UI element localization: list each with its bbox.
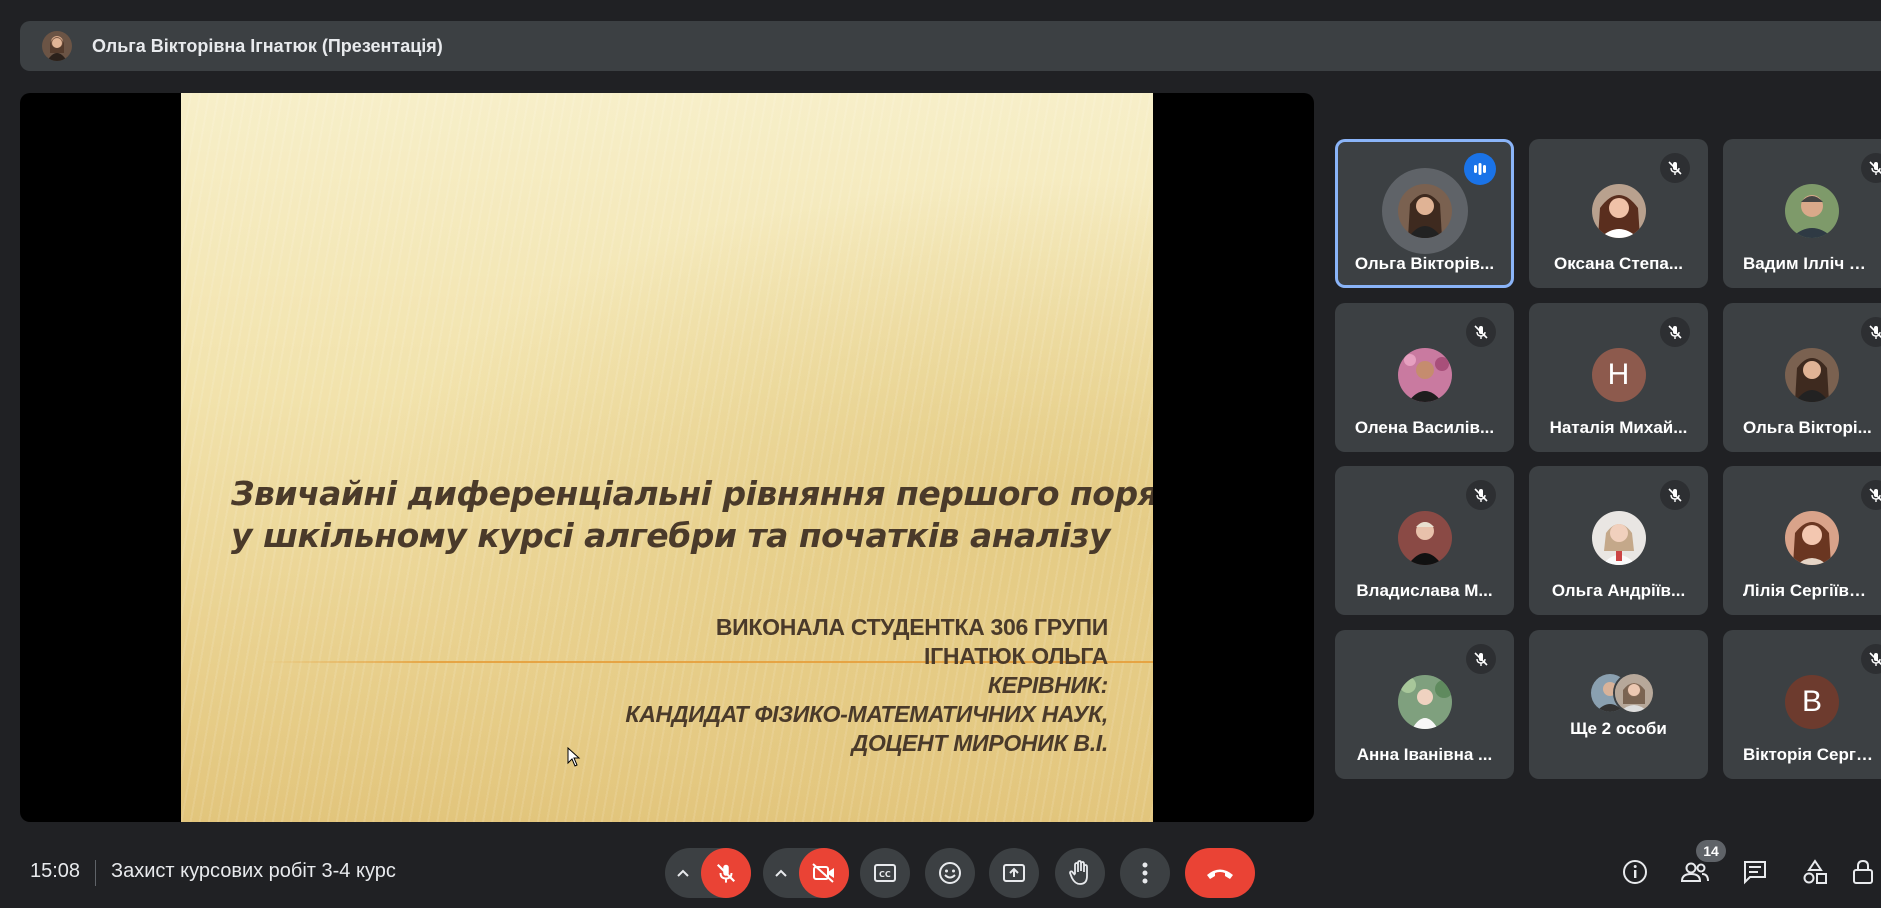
author-line-4: КАНДИДАТ ФІЗИКО-МАТЕМАТИЧНИХ НАУК,	[625, 701, 1108, 727]
mic-off-icon	[1660, 480, 1690, 510]
avatar	[1397, 511, 1452, 565]
divider	[95, 860, 96, 886]
presentation-stage[interactable]: Звичайні диференціальні рівняння першого…	[20, 93, 1314, 822]
more-participants-tile[interactable]: Ще 2 особи	[1529, 630, 1708, 779]
author-line-5: ДОЦЕНТ МИРОНИК В.І.	[851, 730, 1109, 756]
captions-button[interactable]: CC	[860, 848, 910, 898]
participant-tile[interactable]: В Вікторія Сергі...	[1723, 630, 1881, 779]
mouse-pointer-icon	[567, 747, 581, 767]
lock-icon	[1853, 859, 1873, 884]
participant-tile[interactable]: Олена Василів...	[1335, 303, 1514, 452]
more-vert-icon	[1142, 862, 1148, 884]
participant-tile[interactable]: Ольга Вікторів...	[1335, 139, 1514, 288]
mic-control	[665, 848, 751, 898]
author-line-3: КЕРІВНИК:	[987, 672, 1108, 698]
slide-authors: ВИКОНАЛА СТУДЕНТКА 306 ГРУПИ ІГНАТЮК ОЛЬ…	[625, 613, 1108, 758]
bottom-toolbar: 15:08 Захист курсових робіт 3-4 курс CC …	[0, 840, 1881, 908]
avatar-initial: В	[1785, 675, 1839, 729]
participant-tile[interactable]: Ольга Андріїв...	[1529, 466, 1708, 615]
presenter-title: Ольга Вікторівна Ігнатюк (Презентація)	[92, 35, 443, 56]
avatar	[1591, 511, 1646, 565]
avatar	[1397, 348, 1452, 402]
more-options-button[interactable]	[1120, 848, 1170, 898]
participant-tile[interactable]: Оксана Степа...	[1529, 139, 1708, 288]
participant-name: Владислава М...	[1356, 581, 1493, 600]
speaking-ring	[1381, 168, 1468, 254]
present-now-button[interactable]	[989, 848, 1039, 898]
mic-off-icon	[716, 863, 736, 883]
avatar-initial: Н	[1591, 348, 1646, 402]
chat-button[interactable]	[1735, 852, 1775, 892]
avatar	[1591, 184, 1646, 238]
meeting-time: 15:08	[30, 860, 81, 882]
mic-off-icon	[1861, 317, 1881, 347]
mic-off-icon	[1466, 480, 1496, 510]
hand-icon	[1069, 860, 1088, 885]
avatar	[1785, 348, 1839, 402]
info-icon	[1623, 860, 1647, 884]
camera-options-chevron-up-icon[interactable]	[763, 868, 799, 878]
people-button[interactable]	[1675, 852, 1715, 892]
slide: Звичайні диференціальні рівняння першого…	[181, 93, 1153, 822]
avatar	[1397, 184, 1452, 238]
participant-tile[interactable]: Анна Іванівна ...	[1335, 630, 1514, 779]
slide-title: Звичайні диференціальні рівняння першого…	[231, 473, 1153, 557]
host-controls-button[interactable]	[1850, 852, 1881, 892]
participant-tile[interactable]: Н Наталія Михай...	[1529, 303, 1708, 452]
mic-off-icon	[1660, 153, 1690, 183]
emoji-icon	[939, 862, 961, 884]
participant-name: Оксана Степа...	[1553, 254, 1684, 273]
raise-hand-button[interactable]	[1055, 848, 1105, 898]
mic-off-icon	[1466, 644, 1496, 674]
mic-off-icon	[1466, 317, 1496, 347]
participant-name: Вікторія Сергі...	[1743, 745, 1875, 764]
present-icon	[1003, 864, 1025, 882]
participant-name: Вадим Ілліч М...	[1743, 254, 1878, 273]
meeting-details-button[interactable]	[1615, 852, 1655, 892]
mic-options-chevron-up-icon[interactable]	[665, 868, 701, 878]
mic-off-icon	[1660, 317, 1690, 347]
avatar	[1397, 675, 1452, 729]
participant-name: Анна Іванівна ...	[1356, 745, 1493, 764]
participant-tile[interactable]: Вадим Ілліч М...	[1723, 139, 1881, 288]
more-participants-label: Ще 2 особи	[1570, 719, 1667, 738]
camera-toggle-button[interactable]	[799, 848, 849, 898]
mic-toggle-button[interactable]	[701, 848, 751, 898]
participant-tile[interactable]: Ольга Вікторі...	[1723, 303, 1881, 452]
camera-off-icon	[812, 863, 834, 883]
participant-name: Наталія Михай...	[1549, 418, 1688, 437]
mic-off-icon	[1861, 644, 1881, 674]
activities-button[interactable]	[1795, 852, 1835, 892]
activities-icon	[1803, 859, 1827, 884]
end-call-icon	[1207, 869, 1233, 879]
reactions-button[interactable]	[925, 848, 975, 898]
author-line-2: ІГНАТЮК ОЛЬГА	[924, 643, 1108, 669]
author-line-1: ВИКОНАЛА СТУДЕНТКА 306 ГРУПИ	[715, 614, 1108, 640]
participant-name: Ольга Вікторі...	[1743, 418, 1872, 437]
avatar	[1785, 511, 1839, 565]
participant-name: Ольга Вікторів...	[1354, 254, 1495, 273]
participant-name: Лілія Сергіївн...	[1743, 581, 1874, 600]
slide-title-line-1: Звичайні диференціальні рівняння першого…	[231, 474, 1153, 513]
more-participants-avatars	[1588, 672, 1655, 714]
people-icon	[1680, 862, 1709, 882]
mic-off-icon	[1861, 153, 1881, 183]
captions-icon: CC	[874, 864, 896, 882]
chat-icon	[1744, 861, 1766, 885]
participant-name: Ольга Андріїв...	[1551, 581, 1686, 600]
presenter-avatar	[42, 31, 72, 61]
participant-name: Олена Василів...	[1354, 418, 1495, 437]
mic-off-icon	[1861, 480, 1881, 510]
presenter-bar: Ольга Вікторівна Ігнатюк (Презентація)	[20, 21, 1881, 71]
avatar	[1785, 184, 1839, 238]
participant-tile[interactable]: Лілія Сергіївн...	[1723, 466, 1881, 615]
svg-text:CC: CC	[879, 870, 891, 879]
meeting-name: Захист курсових робіт 3-4 курс	[111, 860, 396, 882]
camera-control	[763, 848, 849, 898]
speaking-indicator-icon	[1464, 153, 1496, 185]
participant-tile[interactable]: Владислава М...	[1335, 466, 1514, 615]
leave-call-button[interactable]	[1185, 848, 1255, 898]
avatar	[1612, 672, 1655, 714]
slide-title-line-2: у шкільному курсі алгебри та початків ан…	[231, 516, 1110, 555]
